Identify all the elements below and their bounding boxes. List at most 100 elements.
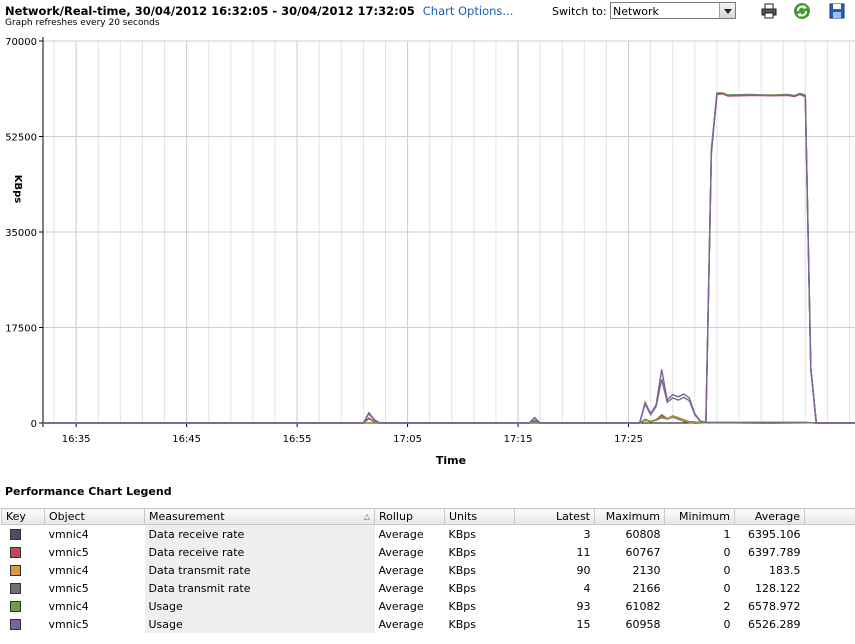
legend-cell-filler [805, 543, 855, 561]
legend-cell-latest: 4 [583, 581, 591, 595]
legend-cell-latest: 90 [576, 563, 591, 577]
series-color-swatch [9, 583, 21, 594]
x-tick-label: 17:05 [393, 434, 422, 445]
chevron-down-icon[interactable] [719, 3, 735, 18]
legend-row[interactable]: vmnic4 Data receive rate Average KBps 3 60808… [2, 524, 855, 544]
column-header-filler [804, 508, 855, 525]
legend-row[interactable]: vmnic5 Data receive rate Average KBps 11 6076… [2, 543, 855, 561]
legend-cell-units: KBps [448, 563, 476, 577]
legend-cell-key [2, 525, 45, 544]
legend-cell-latest: 93 [576, 599, 591, 613]
legend-cell-latest: 11 [576, 545, 591, 559]
legend-cell-filler [805, 615, 855, 633]
x-tick-label: 16:45 [172, 434, 201, 445]
legend-table: Key Object Measurement △ Rollup Units Lat… [1, 508, 855, 633]
legend-cell-units: KBps [448, 599, 476, 613]
column-header-measurement[interactable]: Measurement △ [144, 508, 375, 525]
legend-cell-maximum: 2130 [632, 563, 661, 577]
legend-cell-units: KBps [448, 617, 476, 631]
y-tick-label: 52500 [5, 133, 37, 144]
legend-cell-filler [805, 597, 855, 615]
refresh-icon[interactable] [793, 2, 811, 20]
legend-cell-minimum: 0 [723, 563, 731, 577]
legend-row[interactable]: vmnic5 Data transmit rate Average KBps 4 2166… [2, 579, 855, 597]
legend-title: Performance Chart Legend [5, 485, 172, 498]
legend-cell-maximum: 60808 [625, 527, 661, 541]
y-tick-label: 70000 [5, 37, 37, 48]
legend-cell-units: KBps [448, 581, 476, 595]
legend-cell-rollup: Average [378, 545, 424, 559]
save-icon[interactable] [828, 2, 846, 20]
legend-cell-average: 128.122 [755, 581, 801, 595]
legend-cell-maximum: 60958 [625, 617, 661, 631]
legend-cell-rollup: Average [378, 563, 424, 577]
legend-cell-average: 6395.106 [748, 527, 801, 541]
legend-cell-filler [805, 561, 855, 579]
y-tick-label: 0 [31, 419, 37, 430]
column-header-object[interactable]: Object [44, 508, 145, 525]
legend-row[interactable]: vmnic4 Data transmit rate Average KBps 90 213… [2, 561, 855, 579]
column-header-rollup[interactable]: Rollup [374, 508, 445, 525]
legend-cell-latest: 15 [576, 617, 591, 631]
legend-cell-units: KBps [448, 545, 476, 559]
series-color-swatch [9, 601, 21, 612]
legend-cell-maximum: 2166 [632, 581, 661, 595]
legend-body: vmnic4 Data receive rate Average KBps 3 60808… [2, 524, 855, 633]
chart-title-text: Network/Real-time, 30/04/2012 16:32:05 -… [5, 4, 415, 18]
legend-cell-object: vmnic4 [48, 599, 89, 613]
legend-cell-rollup: Average [378, 617, 424, 631]
column-header-key[interactable]: Key [1, 508, 45, 525]
legend-cell-minimum: 0 [723, 581, 731, 595]
legend-cell-measurement: Data receive rate [144, 543, 375, 561]
column-header-units[interactable]: Units [444, 508, 515, 525]
print-icon[interactable] [760, 2, 778, 20]
column-header-maximum[interactable]: Maximum [594, 508, 665, 525]
y-axis-label: KBps [12, 175, 23, 204]
legend-cell-filler [805, 525, 855, 544]
column-header-measurement-label: Measurement [149, 510, 225, 523]
legend-cell-key [2, 543, 45, 561]
legend-row[interactable]: vmnic4 Usage Average KBps 93 61082 2 6578.972 [2, 597, 855, 615]
legend-cell-latest: 3 [583, 527, 591, 541]
legend-cell-average: 6578.972 [748, 599, 801, 613]
legend-cell-object: vmnic5 [48, 617, 89, 631]
x-tick-label: 16:35 [62, 434, 91, 445]
y-tick-label: 17500 [5, 324, 37, 335]
legend-cell-average: 6526.289 [748, 617, 801, 631]
legend-cell-average: 183.5 [769, 563, 801, 577]
legend-cell-minimum: 2 [723, 599, 731, 613]
chart-options-link[interactable]: Chart Options... [423, 4, 514, 18]
switch-to-label: Switch to: [552, 5, 607, 18]
legend-cell-minimum: 0 [723, 617, 731, 631]
legend-cell-object: vmnic4 [48, 527, 89, 541]
chart-grid [43, 40, 855, 424]
y-tick-label: 35000 [5, 228, 37, 239]
column-header-latest[interactable]: Latest [514, 508, 595, 525]
legend-cell-measurement: Usage [144, 597, 375, 615]
legend-row[interactable]: vmnic5 Usage Average KBps 15 60958 0 6526.289 [2, 615, 855, 633]
legend-cell-maximum: 60767 [625, 545, 661, 559]
legend-cell-measurement: Data receive rate [144, 524, 375, 543]
legend-cell-maximum: 61082 [625, 599, 661, 613]
legend-cell-units: KBps [448, 527, 476, 541]
refresh-note: Graph refreshes every 20 seconds [5, 18, 160, 28]
column-header-minimum[interactable]: Minimum [664, 508, 735, 525]
legend-cell-measurement: Usage [144, 615, 375, 633]
legend-cell-minimum: 1 [723, 527, 731, 541]
legend-cell-key [2, 597, 45, 615]
performance-chart: 70000 52500 35000 17500 0 16:35 16:45 16:55 17:0… [5, 37, 855, 467]
series-color-swatch [9, 547, 21, 558]
legend-cell-measurement: Data transmit rate [144, 579, 375, 597]
legend-cell-object: vmnic4 [48, 563, 89, 577]
series-color-swatch [9, 565, 21, 576]
x-tick-label: 16:55 [283, 434, 312, 445]
x-tick-label: 17:25 [614, 434, 643, 445]
legend-cell-key [2, 561, 45, 579]
switch-to-select[interactable]: Network [610, 2, 736, 19]
chart-title: Network/Real-time, 30/04/2012 16:32:05 -… [5, 4, 513, 18]
x-axis-label: Time [436, 454, 466, 467]
column-header-average[interactable]: Average [734, 508, 805, 525]
sort-ascending-icon: △ [363, 512, 370, 521]
legend-cell-key [2, 615, 45, 633]
legend-cell-object: vmnic5 [48, 545, 89, 559]
